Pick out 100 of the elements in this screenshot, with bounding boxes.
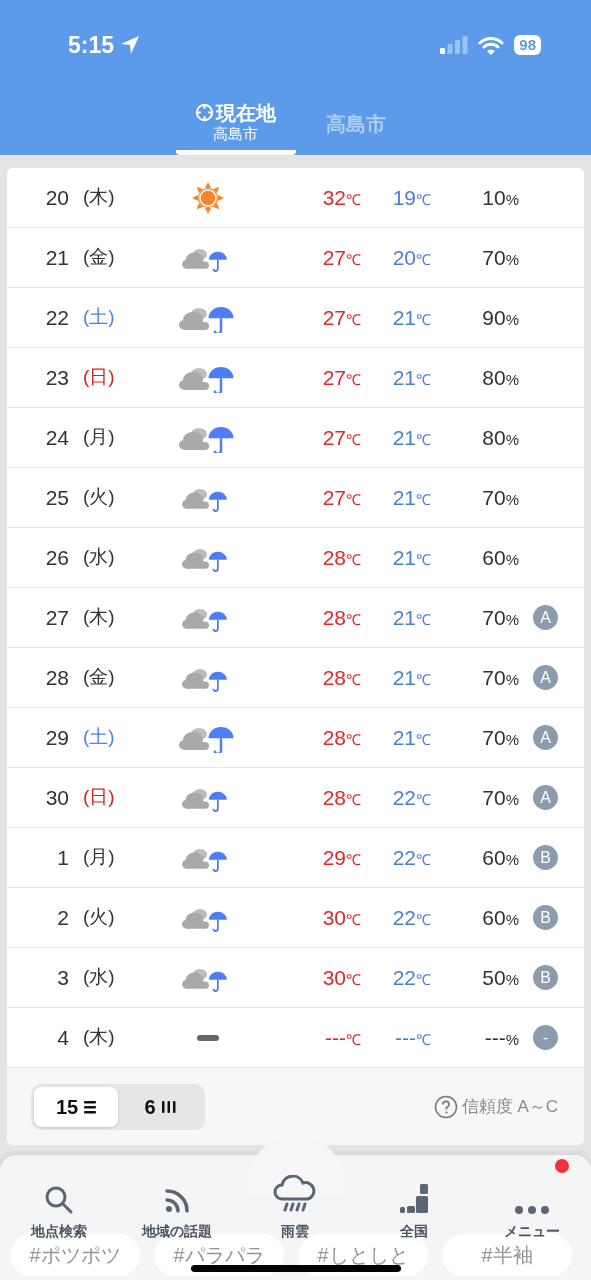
weekday: (金)	[83, 245, 116, 270]
high-temperature: 27℃	[321, 364, 361, 391]
high-temperature: 28℃	[321, 664, 361, 691]
high-temperature: 27℃	[321, 244, 361, 271]
low-temperature: ---℃	[394, 1024, 431, 1051]
precipitation: 50%	[481, 964, 519, 991]
reliability-badge: B	[533, 845, 558, 870]
low-temperature: 22℃	[391, 904, 431, 931]
precipitation: ---%	[483, 1024, 519, 1051]
weekday: (水)	[83, 965, 116, 990]
precipitation: 80%	[481, 424, 519, 451]
weekday: (木)	[83, 1025, 116, 1050]
day-number: 22	[44, 304, 69, 331]
high-temperature: 27℃	[321, 484, 361, 511]
high-temperature: ---℃	[324, 1024, 361, 1051]
sun-icon	[191, 180, 225, 215]
low-temperature: 21℃	[391, 544, 431, 571]
precipitation: 70%	[481, 784, 519, 811]
reliability-badge: A	[533, 725, 558, 750]
day-number: 3	[56, 964, 69, 991]
weekday: (月)	[83, 425, 116, 450]
low-temperature: 21℃	[391, 724, 431, 751]
low-temperature: 22℃	[391, 844, 431, 871]
reliability-badge: B	[533, 965, 558, 990]
location-arrow-icon	[120, 35, 141, 55]
list-icon	[84, 1099, 97, 1114]
day-number: 1	[56, 844, 69, 871]
high-temperature: 28℃	[321, 724, 361, 751]
day-number: 2	[56, 904, 69, 931]
precipitation: 60%	[481, 904, 519, 931]
reliability-badge: B	[533, 905, 558, 930]
low-temperature: 21℃	[391, 424, 431, 451]
precipitation: 70%	[481, 484, 519, 511]
high-temperature: 30℃	[321, 964, 361, 991]
help-icon	[433, 1094, 458, 1119]
low-temperature: 20℃	[391, 244, 431, 271]
day-number: 27	[44, 604, 69, 631]
columns-icon	[161, 1099, 176, 1114]
reliability-badge: A	[533, 665, 558, 690]
low-temperature: 22℃	[391, 784, 431, 811]
view-toggle[interactable]: 6	[118, 1086, 202, 1127]
low-temperature: 21℃	[391, 664, 431, 691]
crosshair-icon	[195, 103, 214, 122]
day-number: 26	[44, 544, 69, 571]
map-icon	[397, 1183, 430, 1215]
low-temperature: 21℃	[391, 604, 431, 631]
low-temperature: 22℃	[391, 964, 431, 991]
precipitation: 70%	[481, 724, 519, 751]
precipitation: 60%	[481, 844, 519, 871]
weekday: (金)	[83, 665, 116, 690]
day-number: 29	[44, 724, 69, 751]
day-number: 21	[44, 244, 69, 271]
view-toggle[interactable]: 15	[34, 1086, 118, 1127]
day-number: 23	[44, 364, 69, 391]
weekday: (土)	[83, 305, 116, 330]
high-temperature: 28℃	[321, 604, 361, 631]
high-temperature: 28℃	[321, 784, 361, 811]
day-number: 4	[56, 1024, 69, 1051]
reliability-badge: A	[533, 785, 558, 810]
low-temperature: 21℃	[391, 304, 431, 331]
more-icon	[513, 1205, 550, 1215]
weekday: (水)	[83, 545, 116, 570]
low-temperature: 19℃	[391, 184, 431, 211]
day-number: 28	[44, 664, 69, 691]
day-number: 20	[44, 184, 69, 211]
day-number: 30	[44, 784, 69, 811]
high-temperature: 32℃	[321, 184, 361, 211]
precipitation: 60%	[481, 544, 519, 571]
rss-icon	[163, 1187, 192, 1215]
precipitation: 70%	[481, 244, 519, 271]
high-temperature: 27℃	[321, 424, 361, 451]
high-temperature: 27℃	[321, 304, 361, 331]
weekday: (木)	[83, 185, 116, 210]
day-number: 24	[44, 424, 69, 451]
signal-icon	[440, 36, 469, 54]
low-temperature: 21℃	[391, 364, 431, 391]
wifi-icon	[478, 35, 505, 55]
high-temperature: 28℃	[321, 544, 361, 571]
weekday: (火)	[83, 905, 116, 930]
weekday: (月)	[83, 845, 116, 870]
low-temperature: 21℃	[391, 484, 431, 511]
precipitation: 70%	[481, 604, 519, 631]
reliability-badge: -	[533, 1025, 558, 1050]
weekday: (土)	[83, 725, 116, 750]
high-temperature: 29℃	[321, 844, 361, 871]
weekday: (木)	[83, 605, 116, 630]
day-number: 25	[44, 484, 69, 511]
precipitation: 70%	[481, 664, 519, 691]
battery-indicator: 98	[514, 35, 541, 55]
high-temperature: 30℃	[321, 904, 361, 931]
search-icon	[44, 1185, 75, 1215]
precipitation: 10%	[481, 184, 519, 211]
reliability-badge: A	[533, 605, 558, 630]
weekday: (日)	[83, 365, 116, 390]
status-time: 5:15	[68, 30, 115, 60]
weekday: (火)	[83, 485, 116, 510]
dash-icon	[197, 1034, 219, 1041]
precipitation: 90%	[481, 304, 519, 331]
precipitation: 80%	[481, 364, 519, 391]
weekday: (日)	[83, 785, 116, 810]
